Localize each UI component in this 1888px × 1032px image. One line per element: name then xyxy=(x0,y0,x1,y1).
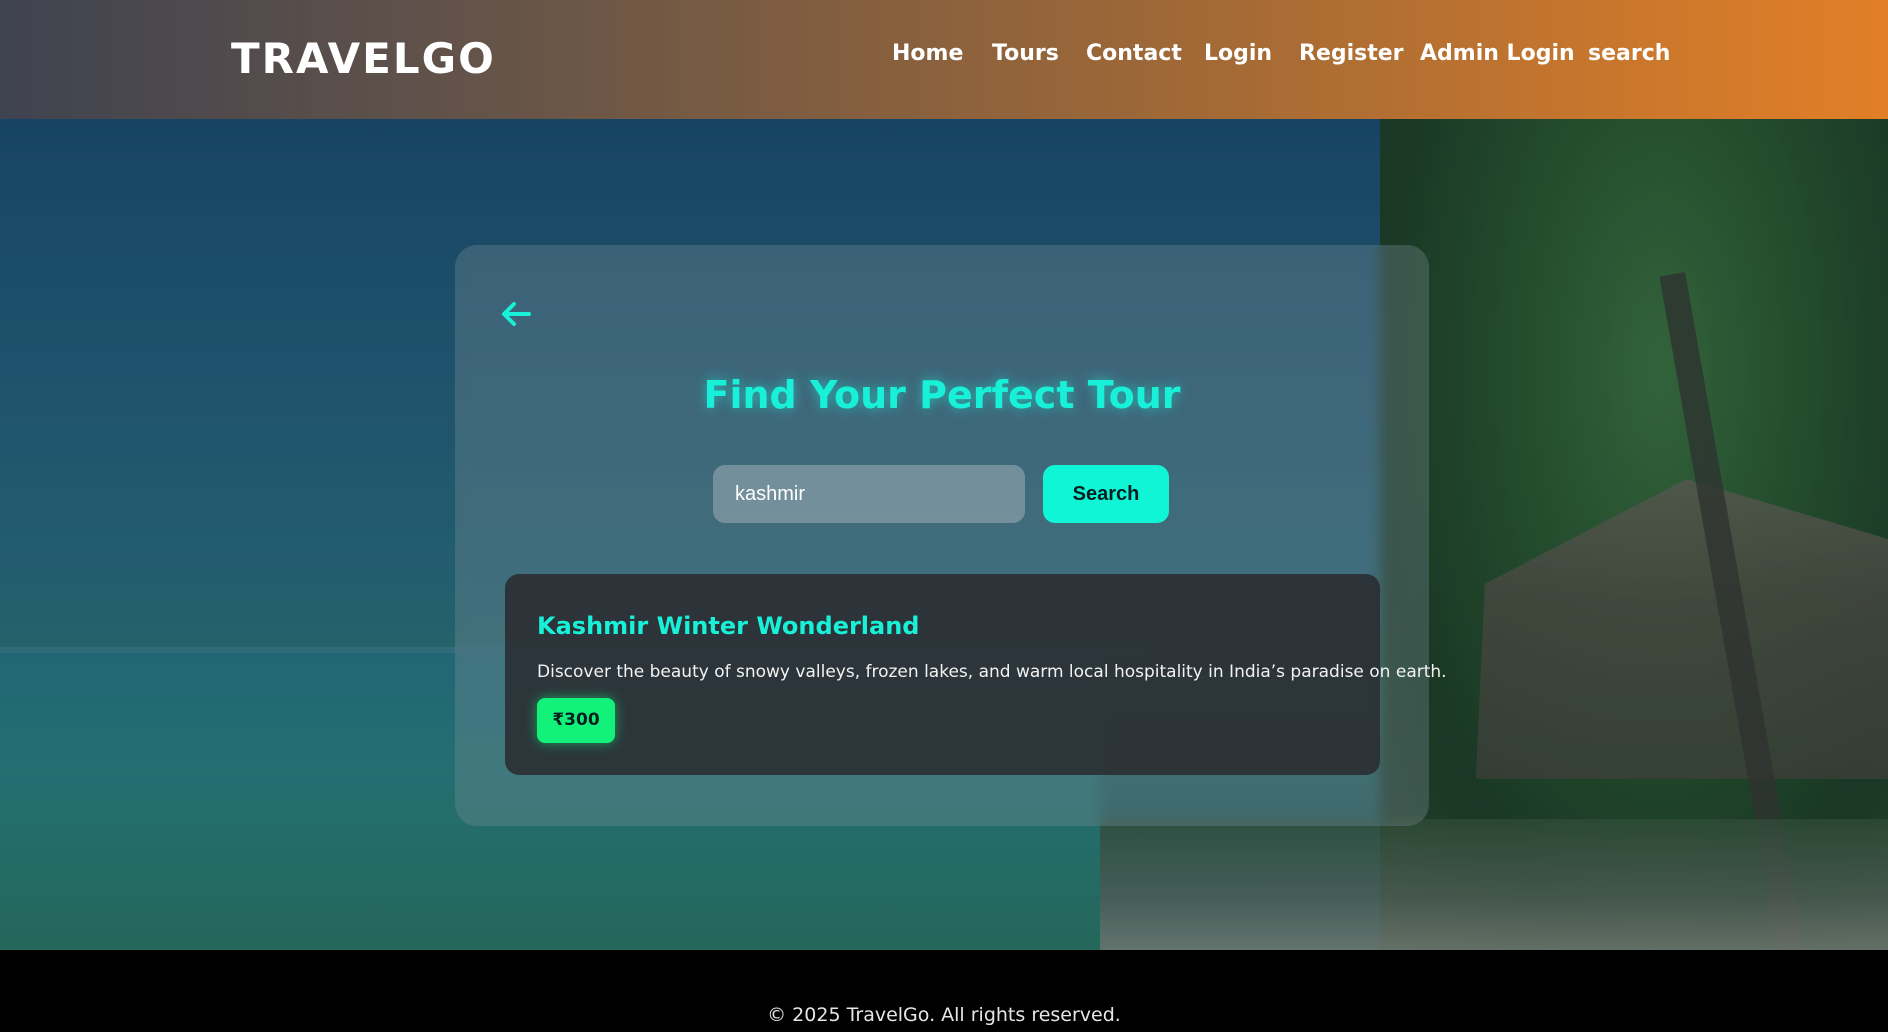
nav-home[interactable]: Home xyxy=(892,41,963,66)
tour-description: Discover the beauty of snowy valleys, fr… xyxy=(537,662,1447,682)
site-logo[interactable]: TRAVELGO xyxy=(231,34,496,83)
nav-register[interactable]: Register xyxy=(1299,41,1404,66)
site-header: TRAVELGO Home Tours Contact Login Regist… xyxy=(0,0,1888,119)
tour-result-card[interactable]: Kashmir Winter Wonderland Discover the b… xyxy=(505,574,1447,775)
footer-copyright: © 2025 TravelGo. All rights reserved. xyxy=(767,1004,1121,1026)
nav-contact[interactable]: Contact xyxy=(1086,41,1182,66)
back-button[interactable] xyxy=(499,299,535,329)
nav-search[interactable]: search xyxy=(1588,41,1670,66)
site-footer: © 2025 TravelGo. All rights reserved. xyxy=(0,950,1888,1032)
hero-section: Find Your Perfect Tour Search Kashmir Wi… xyxy=(0,119,1888,950)
search-button[interactable]: Search xyxy=(1043,465,1169,523)
page-title: Find Your Perfect Tour xyxy=(703,373,1181,417)
tour-title[interactable]: Kashmir Winter Wonderland xyxy=(537,612,920,640)
nav-tours[interactable]: Tours xyxy=(992,41,1059,66)
arrow-left-icon xyxy=(502,302,531,326)
search-card: Find Your Perfect Tour Search Kashmir Wi… xyxy=(455,245,1447,826)
price-badge: ₹300 xyxy=(537,698,615,743)
nav-admin-login[interactable]: Admin Login xyxy=(1420,41,1575,66)
nav-login[interactable]: Login xyxy=(1204,41,1272,66)
search-input[interactable] xyxy=(713,465,1025,523)
